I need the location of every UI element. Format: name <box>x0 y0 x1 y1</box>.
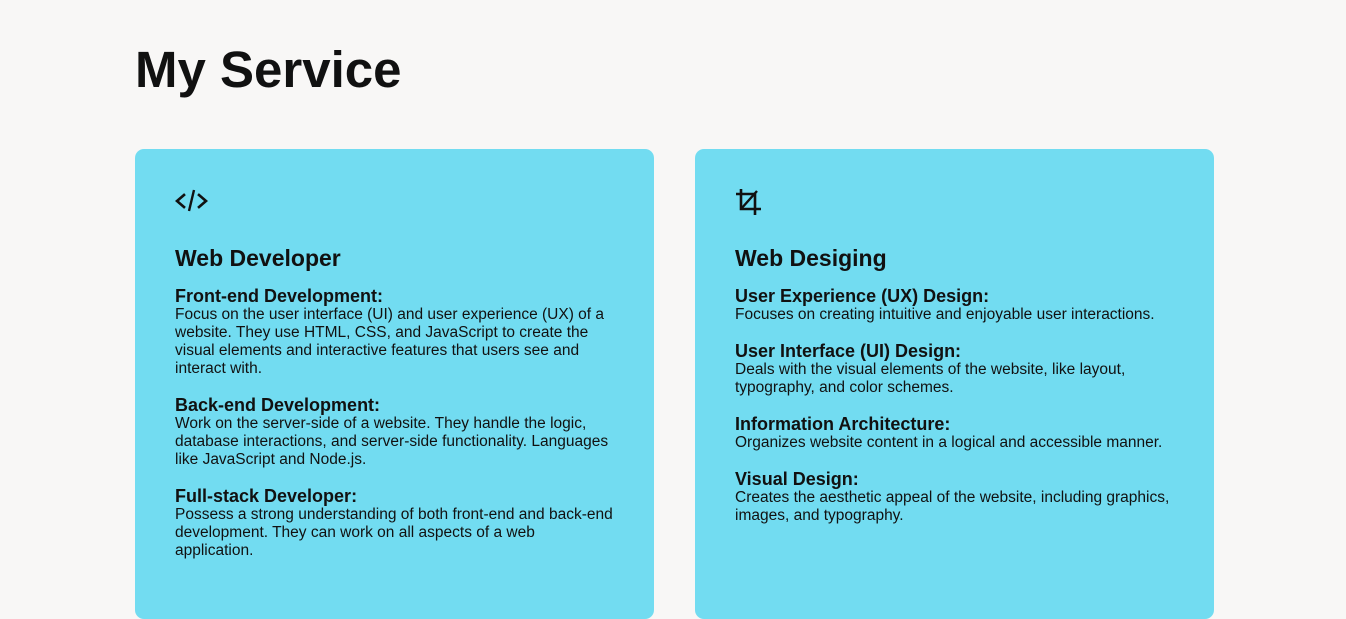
service-item-title: User Interface (UI) Design: <box>735 341 962 361</box>
service-item-description: Focus on the user interface (UI) and use… <box>175 306 605 377</box>
service-item: Visual Design: Creates the aesthetic app… <box>735 469 1174 525</box>
card-title: Web Desiging <box>735 245 887 271</box>
page-title: My Service <box>135 41 402 98</box>
service-item-description: Possess a strong understanding of both f… <box>175 506 613 559</box>
service-card-web-developer: Web Developer Front-end Development: Foc… <box>135 149 654 619</box>
service-item: User Interface (UI) Design: Deals with t… <box>735 341 1174 397</box>
card-title: Web Developer <box>175 245 341 271</box>
service-item: Back-end Development: Work on the server… <box>175 395 614 469</box>
service-item-title: User Experience (UX) Design: <box>735 286 990 306</box>
code-icon <box>175 187 209 217</box>
crop-icon <box>735 187 769 217</box>
service-item-title: Visual Design: <box>735 469 859 489</box>
service-item-description: Creates the aesthetic appeal of the webs… <box>735 489 1170 524</box>
service-item: Front-end Development: Focus on the user… <box>175 286 614 378</box>
service-item-title: Back-end Development: <box>175 395 381 415</box>
service-item-title: Front-end Development: <box>175 286 384 306</box>
service-item-title: Full-stack Developer: <box>175 486 358 506</box>
service-item: Information Architecture: Organizes webs… <box>735 414 1174 452</box>
service-item-description: Work on the server-side of a website. Th… <box>175 415 609 468</box>
service-item-description: Focuses on creating intuitive and enjoya… <box>735 306 1155 323</box>
service-item-description: Organizes website content in a logical a… <box>735 434 1163 451</box>
service-item: User Experience (UX) Design: Focuses on … <box>735 286 1174 324</box>
service-item: Full-stack Developer: Possess a strong u… <box>175 486 614 560</box>
service-item-title: Information Architecture: <box>735 414 951 434</box>
service-card-web-designing: Web Desiging User Experience (UX) Design… <box>695 149 1214 619</box>
service-item-description: Deals with the visual elements of the we… <box>735 361 1126 396</box>
